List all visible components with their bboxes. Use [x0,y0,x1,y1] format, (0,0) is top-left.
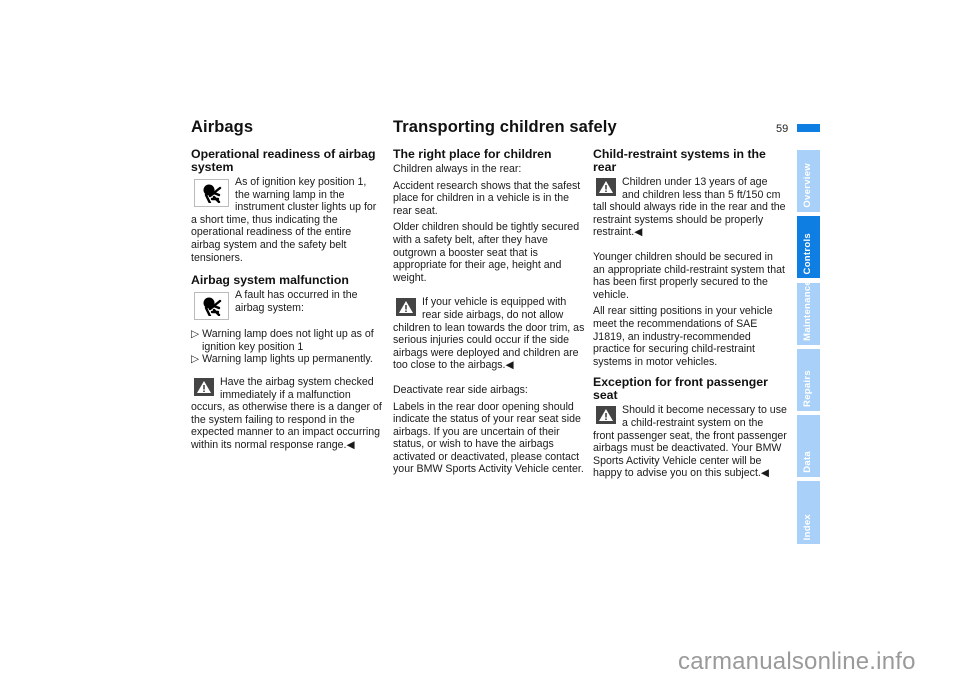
warning-triangle-icon [396,298,416,317]
paragraph: Accident research shows that the safest … [393,179,581,217]
end-mark-icon: ◀ [505,359,514,372]
paragraph: Younger children should be secured in an… [593,250,785,301]
warning-triangle-icon [194,377,214,396]
front-passenger-warning-text: Should it become necessary to use a chil… [593,404,787,480]
tab-data[interactable]: Data [797,415,820,477]
airbag-warning-lamp-icon [194,179,229,207]
paragraph: Children always in the rear: [393,163,522,175]
warning-triangle-icon [596,178,616,196]
watermark: carmanualsonline.info [678,648,916,675]
paragraph: All rear sitting positions in your vehic… [593,305,773,368]
paragraph: Deactivate rear side airbags: [393,383,528,396]
heading-child-restraint: Child-restraint systems in the rear [593,147,766,174]
restraint-warning-text: Children under 13 years of age and child… [593,176,786,239]
column-airbags: Operational readiness of airbag system A… [191,148,383,456]
bullet-arrow-icon: ▷ [191,353,200,366]
bullet-arrow-icon: ▷ [191,328,200,341]
tab-index[interactable]: Index [797,481,820,544]
paragraph: Labels in the rear door opening should i… [393,400,584,476]
list-item: ▷ Warning lamp lights up permanently. [191,353,373,366]
side-airbag-warning-text: If your vehicle is equipped with rear si… [393,296,585,372]
section-title-airbags: Airbags [191,118,254,136]
tab-repairs[interactable]: Repairs [797,349,820,411]
tab-maintenance[interactable]: Maintenance [797,280,820,345]
page-number: 59 [776,123,789,135]
airbag-warning-lamp-icon [194,292,229,321]
end-mark-icon: ◀ [634,226,643,239]
section-title-children: Transporting children safely [393,118,617,136]
tab-overview[interactable]: Overview [797,150,820,212]
warning-triangle-icon [596,406,616,425]
heading-operational-readiness: Operational readiness of airbag system [191,147,376,174]
malfunction-warning-text: Have the airbag system checked immediate… [191,375,382,451]
end-mark-icon: ◀ [346,438,355,451]
page-number-bar [797,124,820,132]
heading-airbag-malfunction: Airbag system malfunction [191,273,349,288]
list-item: ▷ Warning lamp does not light up as of i… [191,328,374,353]
heading-exception-front-passenger: Exception for front passenger seat [593,375,768,403]
heading-right-place: The right place for children [393,147,552,161]
end-mark-icon: ◀ [760,467,769,480]
column-right-place: The right place for children Children al… [393,148,585,480]
column-child-restraint: Child-restraint systems in the rear Chil… [593,148,787,484]
paragraph: Older children should be tightly secured… [393,221,580,284]
tab-controls[interactable]: Controls [797,216,820,278]
